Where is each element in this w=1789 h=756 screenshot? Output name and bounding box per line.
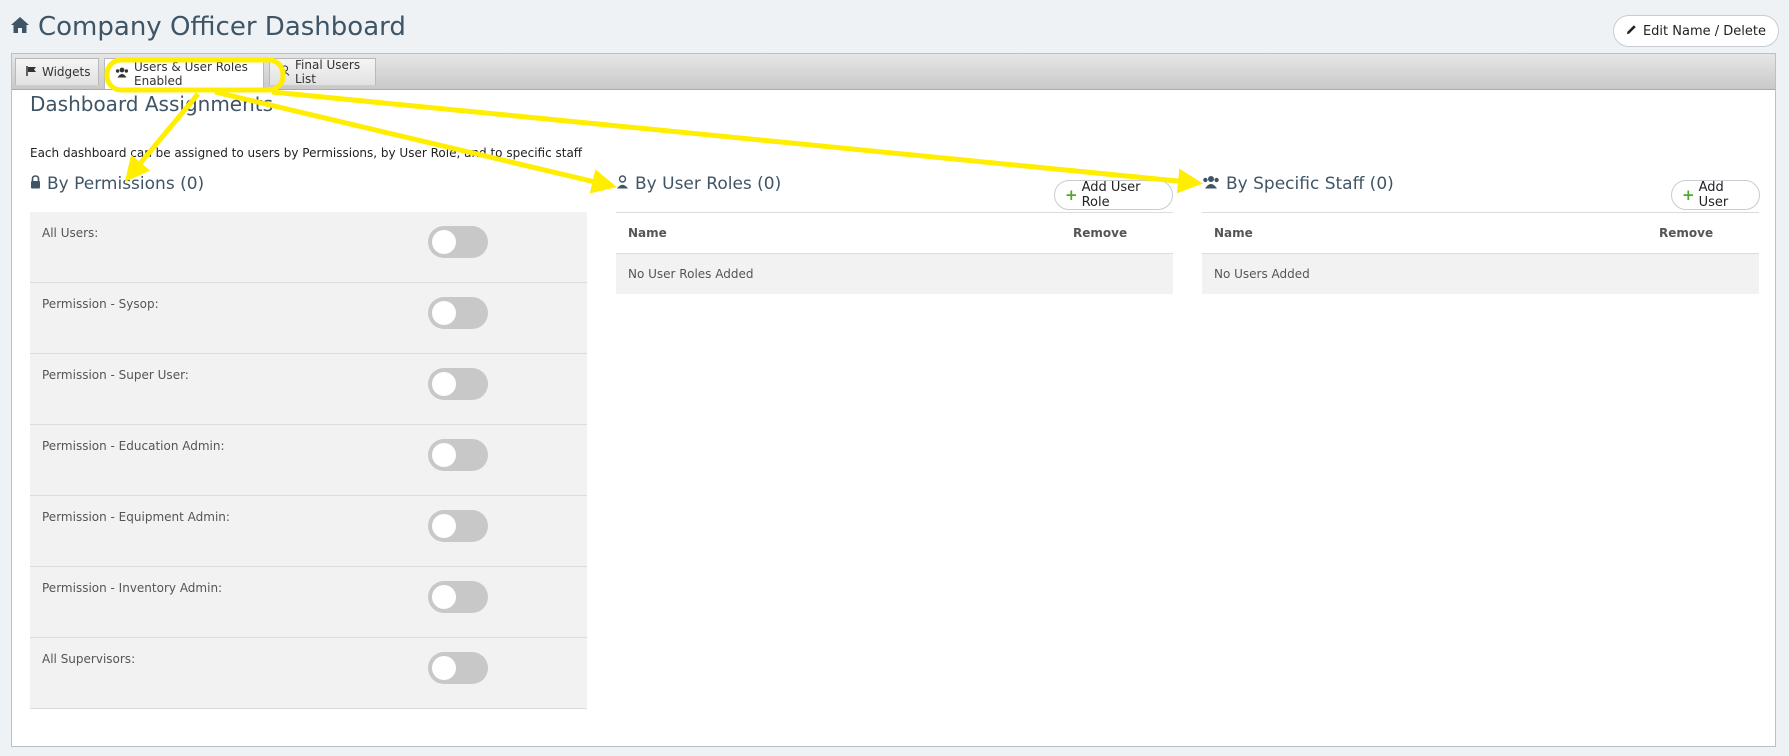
permission-toggle[interactable] xyxy=(428,652,488,684)
toggle-knob xyxy=(432,656,456,680)
users-icon xyxy=(115,67,129,81)
toggle-knob xyxy=(432,372,456,396)
tab-final-users-list[interactable]: Final Users List xyxy=(269,58,376,86)
column-name-header: Name xyxy=(628,226,667,240)
specific-staff-table: Name Remove No Users Added xyxy=(1202,212,1759,294)
permissions-title: By Permissions (0) xyxy=(47,174,205,194)
user-roles-title: By User Roles (0) xyxy=(635,174,782,194)
toggle-knob xyxy=(432,443,456,467)
add-user-role-label: Add User Role xyxy=(1081,180,1141,210)
permission-toggle[interactable] xyxy=(428,297,488,329)
section-description: Each dashboard can be assigned to users … xyxy=(30,146,583,160)
permission-label: Permission - Education Admin: xyxy=(42,439,225,453)
specific-staff-heading: By Specific Staff (0) xyxy=(1202,174,1394,194)
lock-icon xyxy=(30,174,41,194)
permission-row-equipment-admin: Permission - Equipment Admin: xyxy=(30,496,587,567)
user-roles-table: Name Remove No User Roles Added xyxy=(616,212,1173,294)
permission-row-super-user: Permission - Super User: xyxy=(30,354,587,425)
toggle-knob xyxy=(432,585,456,609)
permission-label: Permission - Super User: xyxy=(42,368,189,382)
permissions-heading: By Permissions (0) xyxy=(30,174,204,194)
permission-label: All Users: xyxy=(42,226,99,240)
column-name-header: Name xyxy=(1214,226,1253,240)
permission-toggle[interactable] xyxy=(428,368,488,400)
permission-row-all-users: All Users: xyxy=(30,212,587,283)
tab-users-and-user-roles-label: Users & User Roles Enabled xyxy=(134,60,248,88)
permissions-list: All Users: Permission - Sysop: Permissio… xyxy=(30,212,587,709)
add-user-button[interactable]: + Add User xyxy=(1671,180,1760,210)
empty-message: No Users Added xyxy=(1214,267,1310,281)
permission-row-inventory-admin: Permission - Inventory Admin: xyxy=(30,567,587,638)
permission-row-sysop: Permission - Sysop: xyxy=(30,283,587,354)
permission-label: Permission - Equipment Admin: xyxy=(42,510,230,524)
user-outline-icon xyxy=(280,65,290,79)
tab-widgets[interactable]: Widgets xyxy=(15,58,99,85)
user-roles-table-header: Name Remove xyxy=(616,213,1173,254)
add-user-label: Add User xyxy=(1698,180,1729,210)
permission-row-education-admin: Permission - Education Admin: xyxy=(30,425,587,496)
tab-bar: Widgets Users & User Roles Enabled Final… xyxy=(12,54,1775,90)
page-header: Company Officer Dashboard xyxy=(10,12,406,42)
user-roles-empty-row: No User Roles Added xyxy=(616,254,1173,294)
main-panel: Widgets Users & User Roles Enabled Final… xyxy=(11,53,1776,747)
permission-label: Permission - Sysop: xyxy=(42,297,159,311)
permission-toggle[interactable] xyxy=(428,510,488,542)
permission-toggle[interactable] xyxy=(428,439,488,471)
permission-row-all-supervisors: All Supervisors: xyxy=(30,638,587,709)
pencil-icon xyxy=(1626,24,1637,39)
column-remove-header: Remove xyxy=(1073,226,1128,240)
toggle-knob xyxy=(432,514,456,538)
user-roles-heading: By User Roles (0) xyxy=(616,174,781,194)
permission-label: Permission - Inventory Admin: xyxy=(42,581,223,595)
plus-icon: + xyxy=(1065,186,1078,204)
permission-toggle[interactable] xyxy=(428,226,488,258)
edit-name-delete-button[interactable]: Edit Name / Delete xyxy=(1612,15,1779,47)
users-group-icon xyxy=(1202,174,1220,194)
permission-label: All Supervisors: xyxy=(42,652,136,666)
page-title: Company Officer Dashboard xyxy=(38,12,406,42)
empty-message: No User Roles Added xyxy=(628,267,754,281)
section-title: Dashboard Assignments xyxy=(30,92,274,116)
column-remove-header: Remove xyxy=(1659,226,1714,240)
specific-staff-title: By Specific Staff (0) xyxy=(1226,174,1394,194)
tab-users-and-user-roles[interactable]: Users & User Roles Enabled xyxy=(104,58,264,89)
specific-staff-empty-row: No Users Added xyxy=(1202,254,1759,294)
home-icon xyxy=(10,16,30,38)
add-user-role-button[interactable]: + Add User Role xyxy=(1054,180,1173,210)
flag-icon xyxy=(26,65,37,79)
tab-final-users-list-label: Final Users List xyxy=(295,58,361,86)
edit-name-delete-label: Edit Name / Delete xyxy=(1642,23,1766,39)
specific-staff-table-header: Name Remove xyxy=(1202,213,1759,254)
permission-toggle[interactable] xyxy=(428,581,488,613)
tab-widgets-label: Widgets xyxy=(42,65,91,79)
toggle-knob xyxy=(432,301,456,325)
plus-icon: + xyxy=(1682,186,1695,204)
user-tie-icon xyxy=(616,174,629,194)
toggle-knob xyxy=(432,230,456,254)
